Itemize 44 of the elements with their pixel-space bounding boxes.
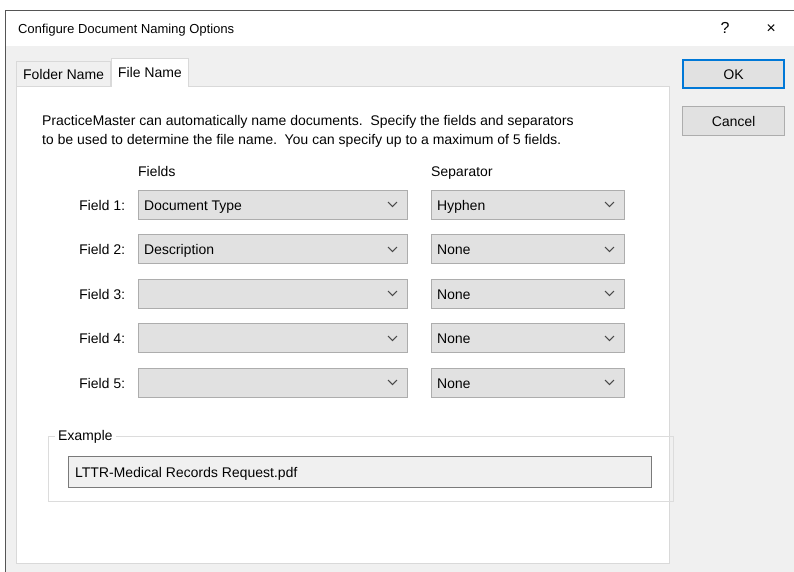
help-button[interactable]: ?	[702, 20, 748, 38]
column-header: Separator	[431, 163, 494, 179]
tab[interactable]: Folder Name	[16, 61, 111, 86]
dropdown[interactable]: None	[431, 368, 625, 398]
chevron-down-icon	[387, 290, 398, 297]
dropdown-value: None	[437, 286, 470, 302]
dropdown[interactable]	[138, 323, 408, 353]
field-label: Field 3:	[78, 286, 125, 302]
chevron-down-icon	[387, 379, 398, 386]
dropdown[interactable]: None	[431, 234, 625, 264]
example-field: LTTR-Medical Records Request.pdf	[68, 456, 652, 488]
dropdown[interactable]: Hyphen	[431, 190, 625, 220]
window-title: Configure Document Naming Options	[18, 21, 236, 36]
dropdown-value: None	[437, 330, 470, 346]
dropdown-value: Hyphen	[437, 196, 486, 212]
dialog-button[interactable]: Cancel	[682, 106, 785, 136]
dropdown[interactable]	[138, 368, 408, 398]
chevron-down-icon	[604, 246, 615, 252]
intro-text: PracticeMaster can automatically name documents. Specify the fields and separators to be used to determine the file name. You can specify up to a maximum of 5 fields.	[42, 111, 574, 149]
tab[interactable]: File Name	[110, 58, 189, 87]
chevron-down-icon	[604, 290, 615, 297]
chevron-down-icon	[604, 201, 615, 208]
dropdown-value: None	[437, 241, 470, 257]
chevron-down-icon	[604, 334, 615, 342]
dropdown-value: Description	[144, 241, 214, 257]
chevron-down-icon	[387, 201, 398, 208]
chevron-down-icon	[387, 246, 398, 252]
field-label: Field 2:	[78, 241, 125, 257]
dropdown[interactable]: None	[431, 323, 625, 353]
dropdown[interactable]: Document Type	[138, 190, 408, 220]
group-legend: Example	[55, 426, 116, 442]
chevron-down-icon	[387, 334, 398, 342]
field-label: Field 4:	[78, 330, 125, 346]
dialog-button[interactable]: OK	[682, 59, 785, 89]
chevron-down-icon	[604, 379, 615, 386]
dropdown[interactable]: None	[431, 278, 625, 308]
dropdown-value: Document Type	[144, 196, 242, 212]
close-button[interactable]: ×	[748, 20, 794, 38]
field-label: Field 1:	[78, 196, 125, 212]
field-label: Field 5:	[78, 374, 125, 390]
dropdown-value: None	[437, 374, 470, 390]
dropdown[interactable]	[138, 278, 408, 308]
column-header: Fields	[138, 163, 176, 179]
dropdown[interactable]: Description	[138, 234, 408, 264]
